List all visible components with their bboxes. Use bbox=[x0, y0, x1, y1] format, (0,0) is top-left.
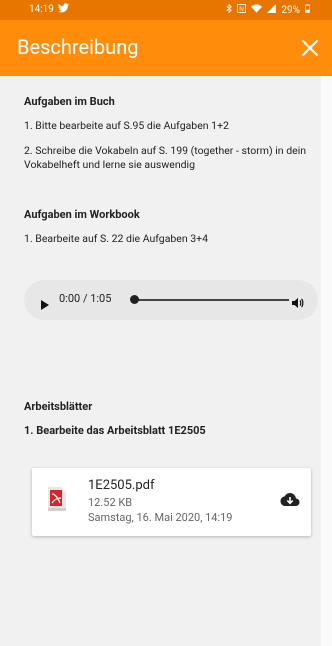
bluetooth-icon bbox=[226, 3, 233, 16]
play-button[interactable] bbox=[41, 295, 49, 314]
file-name: 1E2505.pdf bbox=[88, 478, 155, 493]
audio-time: 0:00 / 1:05 bbox=[59, 292, 112, 305]
svg-text:N: N bbox=[240, 6, 245, 13]
nfc-icon: N bbox=[237, 4, 247, 16]
audio-progress-handle[interactable] bbox=[130, 295, 139, 304]
page-title: Beschreibung bbox=[17, 35, 139, 59]
twitter-icon bbox=[58, 3, 69, 16]
file-size: 12.52 KB bbox=[88, 496, 133, 509]
download-button[interactable] bbox=[280, 492, 300, 512]
section-title-buch: Aufgaben im Buch bbox=[24, 95, 115, 108]
play-icon bbox=[41, 300, 49, 310]
close-icon bbox=[301, 39, 319, 57]
status-bar: 14:19 N 29% bbox=[0, 0, 332, 20]
volume-icon bbox=[292, 298, 304, 308]
signal-icon bbox=[267, 4, 277, 16]
buch-task-2: 2. Schreibe die Vokabeln auf S. 199 (tog… bbox=[24, 144, 307, 171]
section-title-arbeitsblaetter: Arbeitsblätter bbox=[24, 400, 93, 413]
cloud-download-icon bbox=[280, 493, 300, 506]
pdf-file-icon bbox=[46, 486, 68, 516]
file-attachment-card[interactable]: 1E2505.pdf 12.52 KB Samstag, 16. Mai 202… bbox=[32, 468, 311, 536]
app-bar: Beschreibung bbox=[0, 20, 332, 76]
battery-percent: 29% bbox=[281, 4, 300, 16]
file-date: Samstag, 16. Mai 2020, 14:19 bbox=[88, 511, 233, 524]
battery-icon bbox=[305, 4, 310, 16]
close-button[interactable] bbox=[300, 38, 320, 58]
status-indicators: N 29% bbox=[226, 3, 310, 16]
scroll-gutter bbox=[321, 76, 332, 646]
audio-progress-track[interactable] bbox=[131, 299, 289, 301]
arbeitsblatt-task-1: 1. Bearbeite das Arbeitsblatt 1E2505 bbox=[24, 424, 206, 437]
section-title-workbook: Aufgaben im Workbook bbox=[24, 208, 140, 221]
wifi-icon bbox=[251, 4, 263, 16]
volume-button[interactable] bbox=[292, 294, 304, 313]
buch-task-1: 1. Bitte bearbeite auf S.95 die Aufgaben… bbox=[24, 119, 229, 132]
audio-player: 0:00 / 1:05 bbox=[24, 280, 318, 320]
workbook-task-1: 1. Bearbeite auf S. 22 die Aufgaben 3+4 bbox=[24, 232, 209, 245]
status-time: 14:19 bbox=[29, 4, 54, 15]
